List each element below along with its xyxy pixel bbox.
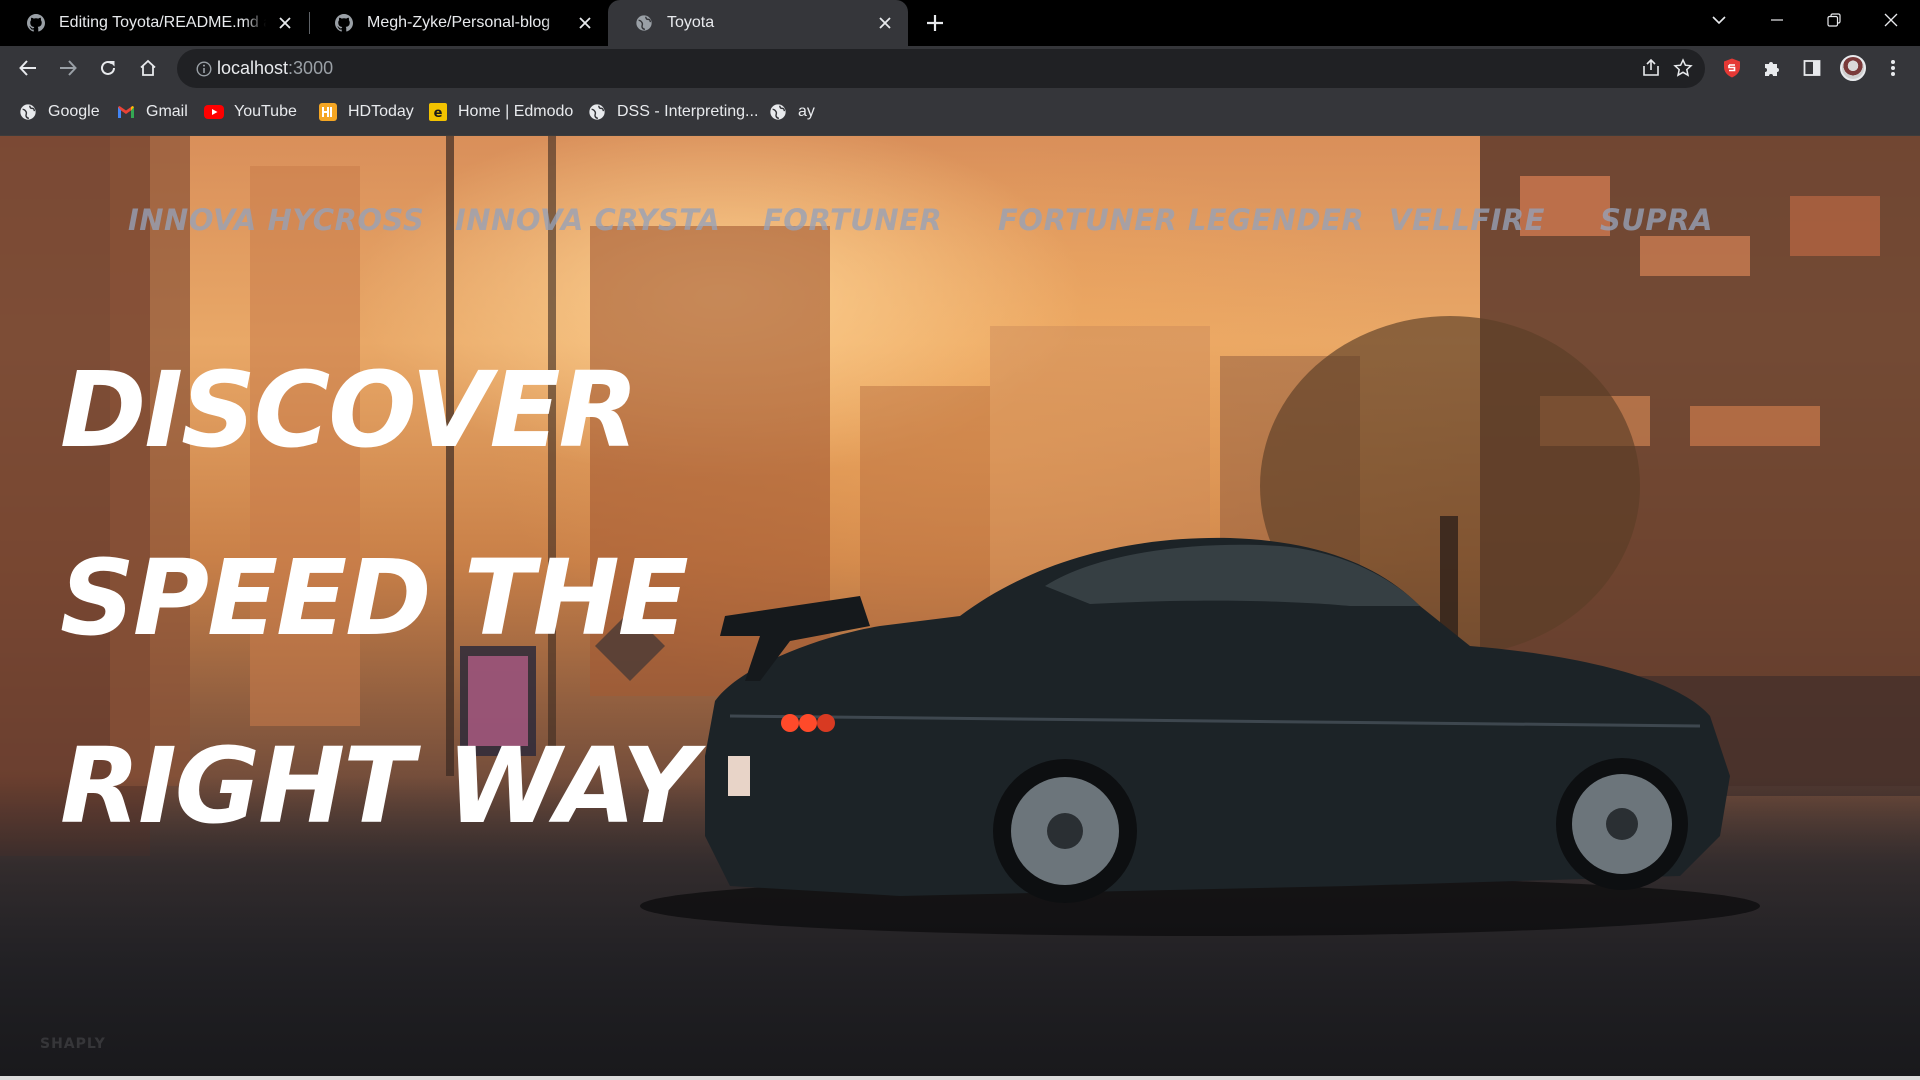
bookmark-youtube[interactable]: YouTube	[204, 90, 297, 134]
avatar	[1840, 55, 1866, 81]
bookmark-label: Gmail	[146, 103, 188, 120]
back-button[interactable]	[8, 48, 48, 88]
bookmark-label: YouTube	[234, 103, 297, 120]
bookmark-label: DSS - Interpreting...	[617, 103, 759, 120]
globe-icon	[587, 102, 607, 122]
hero-headline-line-3: RIGHT WAY	[60, 725, 697, 847]
hdtoday-icon	[318, 102, 338, 122]
github-icon	[26, 13, 46, 33]
bookmark-hdtoday[interactable]: HDToday	[318, 90, 414, 134]
image-watermark: SHAPLY	[40, 1036, 106, 1052]
chevron-down-icon	[1712, 16, 1726, 25]
reload-icon	[101, 60, 115, 75]
bookmarks-bar: Google Gmail YouTube HDToday e Home | Ed…	[0, 90, 1920, 136]
bookmark-edmodo[interactable]: e Home | Edmodo	[428, 90, 573, 134]
url-text[interactable]: localhost:3000	[217, 49, 333, 88]
nav-link-fortuner-legender[interactable]: FORTUNER LEGENDER	[998, 190, 1364, 250]
arrow-left-icon	[19, 60, 36, 76]
shield-extension-icon	[1724, 58, 1740, 78]
extension-button[interactable]	[1712, 48, 1752, 88]
url-port: :3000	[288, 58, 334, 78]
new-tab-button[interactable]	[918, 6, 952, 40]
nav-link-fortuner[interactable]: FORTUNER	[763, 190, 942, 250]
arrow-right-icon	[60, 60, 77, 76]
svg-text:e: e	[434, 106, 443, 121]
bookmark-label: Home | Edmodo	[458, 103, 574, 120]
minimize-button[interactable]	[1748, 0, 1806, 40]
tab-editing-readme[interactable]: Editing Toyota/README.md at m	[0, 0, 308, 46]
close-tab-icon[interactable]	[274, 12, 296, 34]
tab-strip: Editing Toyota/README.md at m Megh-Zyke/…	[0, 0, 1920, 46]
nav-link-innova-hycross[interactable]: INNOVA HYCROSS	[128, 190, 424, 250]
nav-link-innova-crysta[interactable]: INNOVA CRYSTA	[455, 190, 720, 250]
close-tab-icon[interactable]	[574, 12, 596, 34]
kebab-menu-icon	[1891, 60, 1895, 76]
bookmark-label: ay	[798, 103, 815, 120]
globe-icon	[18, 102, 38, 122]
side-panel-button[interactable]	[1792, 48, 1832, 88]
home-button[interactable]	[128, 48, 168, 88]
globe-icon	[634, 13, 654, 33]
bookmark-star-icon[interactable]	[1673, 58, 1693, 83]
bookmark-label: HDToday	[348, 103, 414, 120]
address-bar[interactable]: localhost:3000	[177, 49, 1705, 88]
puzzle-icon	[1765, 62, 1779, 76]
url-host: localhost	[217, 58, 289, 78]
restore-icon	[1827, 13, 1841, 27]
page-bottom-edge	[0, 1076, 1920, 1080]
browser-toolbar: localhost:3000	[0, 46, 1920, 90]
globe-icon	[768, 102, 788, 122]
tab-title: Megh-Zyke/Personal-blog	[367, 14, 566, 32]
nav-link-vellfire[interactable]: VELLFIRE	[1389, 190, 1545, 250]
tab-personal-blog[interactable]: Megh-Zyke/Personal-blog	[308, 0, 608, 46]
nav-link-supra[interactable]: SUPRA	[1600, 190, 1713, 250]
share-icon[interactable]	[1641, 58, 1661, 83]
hero-headline-line-2: SPEED THE	[60, 537, 689, 659]
side-panel-icon	[1803, 60, 1821, 76]
profile-button[interactable]	[1833, 48, 1873, 88]
close-icon	[1884, 13, 1898, 27]
bookmark-dss[interactable]: DSS - Interpreting...	[587, 90, 758, 134]
close-window-button[interactable]	[1862, 0, 1920, 40]
page-hero-section: INNOVA HYCROSS INNOVA CRYSTA FORTUNER FO…	[0, 136, 1920, 1076]
extensions-button[interactable]	[1752, 48, 1792, 88]
restore-button[interactable]	[1805, 0, 1863, 40]
bookmark-google[interactable]: Google	[18, 90, 100, 134]
bookmark-label: Google	[48, 103, 100, 120]
minimize-icon	[1771, 19, 1783, 21]
gmail-icon	[116, 102, 136, 122]
tab-title: Toyota	[667, 14, 866, 32]
bookmark-gmail[interactable]: Gmail	[116, 90, 188, 134]
hero-headline-line-1: DISCOVER	[60, 349, 639, 471]
edmodo-icon: e	[428, 102, 448, 122]
tab-search-button[interactable]	[1690, 0, 1748, 40]
youtube-icon	[204, 102, 224, 122]
github-icon	[334, 13, 354, 33]
tab-title: Editing Toyota/README.md at m	[59, 14, 266, 32]
menu-button[interactable]	[1873, 48, 1913, 88]
forward-button[interactable]	[48, 48, 88, 88]
model-navigation: INNOVA HYCROSS INNOVA CRYSTA FORTUNER FO…	[0, 190, 1920, 250]
reload-button[interactable]	[88, 48, 128, 88]
plus-icon	[927, 15, 943, 31]
close-tab-icon[interactable]	[874, 12, 896, 34]
home-icon	[140, 59, 156, 76]
bookmark-ay[interactable]: ay	[768, 90, 815, 134]
tab-toyota[interactable]: Toyota	[608, 0, 908, 46]
